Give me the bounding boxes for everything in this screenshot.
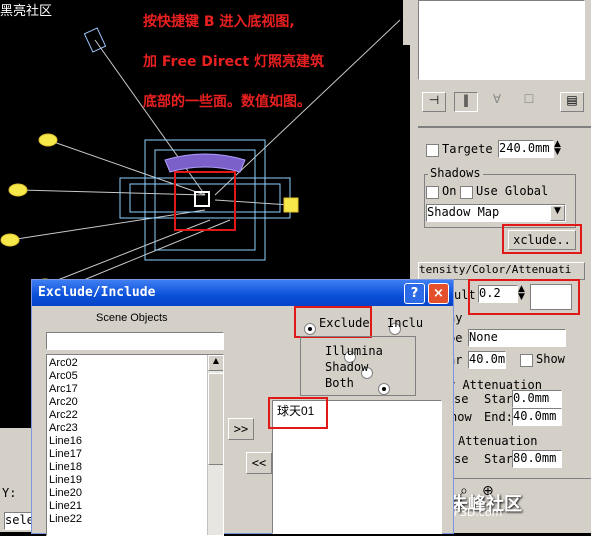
decay-start-field[interactable]: 40.0m: [468, 351, 506, 369]
shadow-radio-label: Shadow: [325, 360, 369, 374]
near-start-label: Star: [484, 392, 513, 406]
scene-object-item[interactable]: Line18: [47, 461, 207, 474]
exclude-include-dialog: Exclude/Include ? × Scene Objects Arc02 A…: [31, 279, 454, 536]
use-global-label: Use Global: [476, 184, 549, 198]
shadows-on-checkbox[interactable]: [426, 186, 439, 199]
show-end-result-icon[interactable]: ‖: [454, 92, 478, 112]
scene-objects-filter-field[interactable]: [46, 332, 224, 350]
multiplier-highlight: [468, 279, 580, 315]
scene-object-item[interactable]: Arc23: [47, 422, 207, 435]
scrollbar-thumb[interactable]: [208, 373, 223, 465]
dialog-title: Exclude/Include: [38, 285, 156, 300]
scene-object-item[interactable]: Line22: [47, 513, 207, 526]
shadows-group-label: Shadows: [428, 166, 483, 180]
scene-object-item[interactable]: Line19: [47, 474, 207, 487]
coord-y-label: Y:: [2, 486, 17, 500]
near-end-field[interactable]: 40.0mm: [512, 408, 562, 426]
scene-object-item[interactable]: Line21: [47, 500, 207, 513]
dialog-titlebar[interactable]: Exclude/Include ? ×: [32, 280, 453, 306]
decay-show-label: Show: [536, 352, 565, 366]
intensity-rollout-header[interactable]: tensity/Color/Attenuati: [418, 262, 585, 280]
far-atten-label: Attenuation: [458, 434, 538, 448]
arch-shape: [164, 153, 246, 173]
annotation-line-2: 加 Free Direct 灯照亮建筑: [143, 54, 324, 70]
scene-objects-list[interactable]: Arc02 Arc05 Arc17 Arc20 Arc22 Arc23 Line16 Line…: [46, 354, 224, 536]
targeted-spinner[interactable]: ▲ ▼: [554, 140, 561, 157]
scene-object-item[interactable]: Arc20: [47, 396, 207, 409]
decay-show-checkbox[interactable]: [520, 354, 533, 367]
far-start-field[interactable]: 80.0mm: [512, 450, 562, 468]
near-start-field[interactable]: 0.0mm: [512, 390, 562, 408]
scene-list-scrollbar[interactable]: ▲: [207, 355, 223, 535]
watermark-top-left: 黑亮社区: [0, 4, 53, 19]
excluded-item-highlight: [268, 397, 328, 429]
move-left-button[interactable]: <<: [246, 452, 272, 474]
chevron-down-icon[interactable]: ▼: [550, 205, 565, 221]
make-unique-icon[interactable]: ∀: [486, 92, 508, 110]
both-radio-label: Both: [325, 376, 354, 390]
near-end-label: End:: [484, 410, 513, 424]
exclude-button-highlight: [502, 224, 582, 254]
help-button[interactable]: ?: [404, 283, 425, 304]
decay-type-dropdown[interactable]: None: [468, 329, 566, 347]
pin-stack-icon[interactable]: ⊣: [422, 92, 446, 112]
use-global-checkbox[interactable]: [460, 186, 473, 199]
close-button[interactable]: ×: [428, 283, 449, 304]
targeted-distance-field[interactable]: 240.0mm: [498, 140, 554, 158]
scene-object-item[interactable]: Line17: [47, 448, 207, 461]
include-radio-label: Inclu: [387, 316, 424, 330]
far-start-label: Star: [484, 452, 513, 466]
remove-modifier-icon[interactable]: ☐: [518, 92, 540, 110]
move-right-button[interactable]: >>: [228, 418, 254, 440]
illumination-radio-label: Illumina: [325, 344, 383, 358]
shadows-on-label: On: [442, 184, 457, 198]
scene-object-item[interactable]: Line20: [47, 487, 207, 500]
scroll-up-icon[interactable]: ▲: [208, 355, 223, 371]
near-use-label: se: [454, 392, 469, 406]
selection-field[interactable]: sele: [4, 512, 34, 530]
scene-object-item[interactable]: Arc22: [47, 409, 207, 422]
annotation-line-3: 底部的一些面。数值如图。: [143, 94, 311, 110]
scene-object-item[interactable]: Arc17: [47, 383, 207, 396]
both-radio[interactable]: [378, 382, 391, 395]
scene-object-item[interactable]: Arc05: [47, 370, 207, 383]
exclude-radio-highlight: [294, 306, 372, 338]
targeted-label: Targete: [442, 142, 493, 156]
targeted-checkbox[interactable]: [426, 144, 439, 157]
panel-preview-area: [418, 0, 585, 80]
annotation-line-1: 按快捷键 B 进入底视图,: [143, 14, 295, 30]
shadow-type-dropdown[interactable]: Shadow Map: [426, 204, 566, 222]
scene-objects-label: Scene Objects: [96, 312, 168, 324]
panel-tabs: ⊣ ‖ ∀ ☐ ▤: [420, 92, 585, 112]
scene-object-item[interactable]: Line16: [47, 435, 207, 448]
scene-object-item[interactable]: Arc02: [47, 357, 207, 370]
far-use-label: se: [454, 452, 469, 466]
configure-sets-icon[interactable]: ▤: [560, 92, 584, 112]
